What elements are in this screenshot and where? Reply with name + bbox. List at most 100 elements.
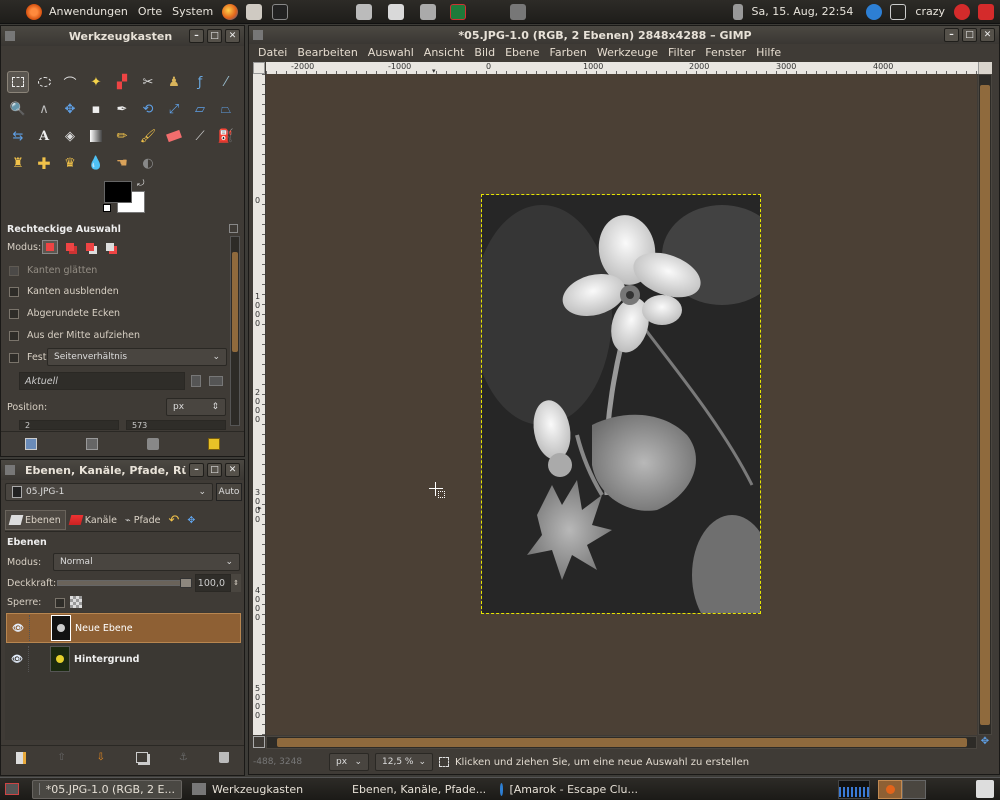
paths-tool-icon[interactable]: ƒ xyxy=(189,71,211,93)
opacity-spin-icon[interactable]: ⇕ xyxy=(231,574,241,592)
foreground-select-tool-icon[interactable]: ♟ xyxy=(163,71,185,93)
maximize-button[interactable]: □ xyxy=(207,29,222,43)
window-switcher-icon[interactable] xyxy=(890,3,907,20)
feather-checkbox[interactable]: Kanten ausblenden xyxy=(9,286,119,297)
visibility-eye-icon[interactable]: 👁 xyxy=(7,623,29,634)
perspective-clone-tool-icon[interactable]: ♛ xyxy=(59,152,81,174)
vertical-ruler[interactable]: 0 1000 2000 3000 4000 5000 ▸ xyxy=(253,74,265,735)
fixed-check-icon[interactable] xyxy=(9,352,19,363)
pencil-tool-icon[interactable]: ✏ xyxy=(111,125,133,147)
menu-applications[interactable]: Anwendungen xyxy=(44,5,133,18)
menu-tools[interactable]: Werkzeuge xyxy=(592,46,663,59)
position-x-field[interactable]: 2 xyxy=(19,420,119,430)
toolbox-titlebar[interactable]: Werkzeugkasten – □ ✕ xyxy=(1,26,244,46)
shutdown-icon[interactable] xyxy=(978,3,994,20)
move-tool-icon[interactable]: ✥ xyxy=(59,98,81,120)
maximize-button[interactable]: □ xyxy=(962,28,977,42)
auto-button[interactable]: Auto xyxy=(216,483,242,501)
task-toolbox[interactable]: Werkzeugkasten xyxy=(186,780,336,799)
crop-tool-icon[interactable]: ✒ xyxy=(111,98,133,120)
tray-app-icon[interactable] xyxy=(356,3,373,20)
reset-options-icon[interactable] xyxy=(207,437,220,450)
horizontal-scroll-thumb[interactable] xyxy=(277,738,967,747)
bucket-fill-tool-icon[interactable]: ◈ xyxy=(59,125,81,147)
image-select[interactable]: 05.JPG-1 ⌄ xyxy=(5,483,213,501)
save-options-icon[interactable] xyxy=(25,437,38,450)
rotate-tool-icon[interactable]: ⟲ xyxy=(137,98,159,120)
blend-tool-icon[interactable] xyxy=(85,125,107,147)
rect-select-tool-icon[interactable] xyxy=(7,71,29,93)
layers-titlebar[interactable]: Ebenen, Kanäle, Pfade, Rü – □ ✕ xyxy=(1,460,244,480)
camera-icon[interactable] xyxy=(420,3,437,20)
mode-subtract-icon[interactable] xyxy=(83,240,97,254)
rt-app-icon[interactable] xyxy=(450,3,467,20)
task-gimp-image[interactable]: *05.JPG-1.0 (RGB, 2 E... xyxy=(32,779,182,799)
tab-paths[interactable]: ⌁ Pfade xyxy=(121,510,165,530)
nav-toggle-icon[interactable] xyxy=(253,736,265,748)
delete-options-icon[interactable] xyxy=(146,437,159,450)
new-layer-icon[interactable] xyxy=(16,751,27,764)
vertical-scrollbar[interactable] xyxy=(978,74,992,735)
blur-tool-icon[interactable]: 💧 xyxy=(85,152,107,174)
system-monitor-icon[interactable] xyxy=(838,779,870,799)
task-layers[interactable]: Ebenen, Kanäle, Pfade... xyxy=(340,780,490,799)
menu-layer[interactable]: Ebene xyxy=(500,46,544,59)
lower-layer-icon[interactable]: ⇩ xyxy=(97,752,105,763)
feather-check-icon[interactable] xyxy=(9,286,19,297)
minimize-button[interactable]: – xyxy=(189,29,204,43)
antialias-check-icon[interactable] xyxy=(9,265,19,276)
layer-row-hintergrund[interactable]: 👁 Hintergrund xyxy=(6,644,241,674)
navigate-icon[interactable]: ✥ xyxy=(978,736,992,749)
terminal-launcher-icon[interactable] xyxy=(272,3,289,20)
task-amarok[interactable]: [Amarok - Escape Clu... xyxy=(494,780,644,799)
mode-add-icon[interactable] xyxy=(63,240,77,254)
raise-layer-icon[interactable]: ⇧ xyxy=(57,752,65,763)
menu-places[interactable]: Orte xyxy=(133,5,167,18)
lock-pixels-checkbox[interactable] xyxy=(55,598,65,608)
delete-layer-icon[interactable] xyxy=(218,752,229,763)
photos-icon[interactable] xyxy=(388,3,405,20)
maximize-button[interactable]: □ xyxy=(207,463,222,477)
fuzzy-select-tool-icon[interactable]: ✦ xyxy=(85,71,107,93)
position-unit-select[interactable]: px ⇕ xyxy=(166,398,226,416)
menu-view[interactable]: Ansicht xyxy=(419,46,470,59)
flip-tool-icon[interactable]: ⇆ xyxy=(7,125,29,147)
menu-system[interactable]: System xyxy=(167,5,218,18)
home-folder-icon[interactable] xyxy=(246,3,263,20)
airbrush-tool-icon[interactable]: ⟋ xyxy=(189,125,211,147)
default-colors-icon[interactable] xyxy=(103,204,111,212)
user-name[interactable]: crazy xyxy=(910,5,950,18)
volume-icon[interactable] xyxy=(732,3,743,20)
nav-arrow-corner-icon[interactable] xyxy=(978,62,992,74)
tab-navigation[interactable]: ✥ xyxy=(183,510,199,530)
tab-channels[interactable]: Kanäle xyxy=(66,510,121,530)
ellipse-select-tool-icon[interactable] xyxy=(33,71,55,93)
chain-link-icon[interactable] xyxy=(28,646,50,672)
zoom-select[interactable]: 12,5 % ⌄ xyxy=(375,753,433,771)
zoom-tool-icon[interactable]: 🔍 xyxy=(7,98,29,120)
shear-tool-icon[interactable]: ▱ xyxy=(189,98,211,120)
from-center-check-icon[interactable] xyxy=(9,330,19,341)
color-select-tool-icon[interactable]: ▞ xyxy=(111,71,133,93)
heal-tool-icon[interactable]: ✚ xyxy=(33,152,55,174)
visibility-eye-icon[interactable]: 👁 xyxy=(6,654,28,665)
image-canvas[interactable] xyxy=(481,194,761,614)
unit-select[interactable]: px ⌄ xyxy=(329,753,369,771)
tab-layers[interactable]: Ebenen xyxy=(5,510,66,530)
aspect-current-field[interactable]: Aktuell xyxy=(19,372,185,390)
fg-color-swatch-front[interactable] xyxy=(104,181,132,203)
layer-row-neue-ebene[interactable]: 👁 Neue Ebene xyxy=(6,613,241,643)
duplicate-layer-icon[interactable] xyxy=(135,752,148,763)
lasso-tool-icon[interactable]: ⌒ xyxy=(59,71,81,93)
mode-replace-icon[interactable] xyxy=(42,240,58,254)
scale-tool-icon[interactable]: ⤢ xyxy=(163,98,185,120)
rounded-check-icon[interactable] xyxy=(9,308,19,319)
horizontal-ruler[interactable]: -2000 -1000 0 1000 2000 3000 4000 5 ▾ xyxy=(266,62,987,75)
from-center-checkbox[interactable]: Aus der Mitte aufziehen xyxy=(9,330,140,341)
minimize-button[interactable]: – xyxy=(944,28,959,42)
menu-image[interactable]: Bild xyxy=(469,46,500,59)
gimp-window-icon[interactable] xyxy=(253,30,263,40)
menu-windows[interactable]: Fenster xyxy=(700,46,751,59)
trash-icon[interactable] xyxy=(976,780,994,798)
clone-tool-icon[interactable]: ♜ xyxy=(7,152,29,174)
